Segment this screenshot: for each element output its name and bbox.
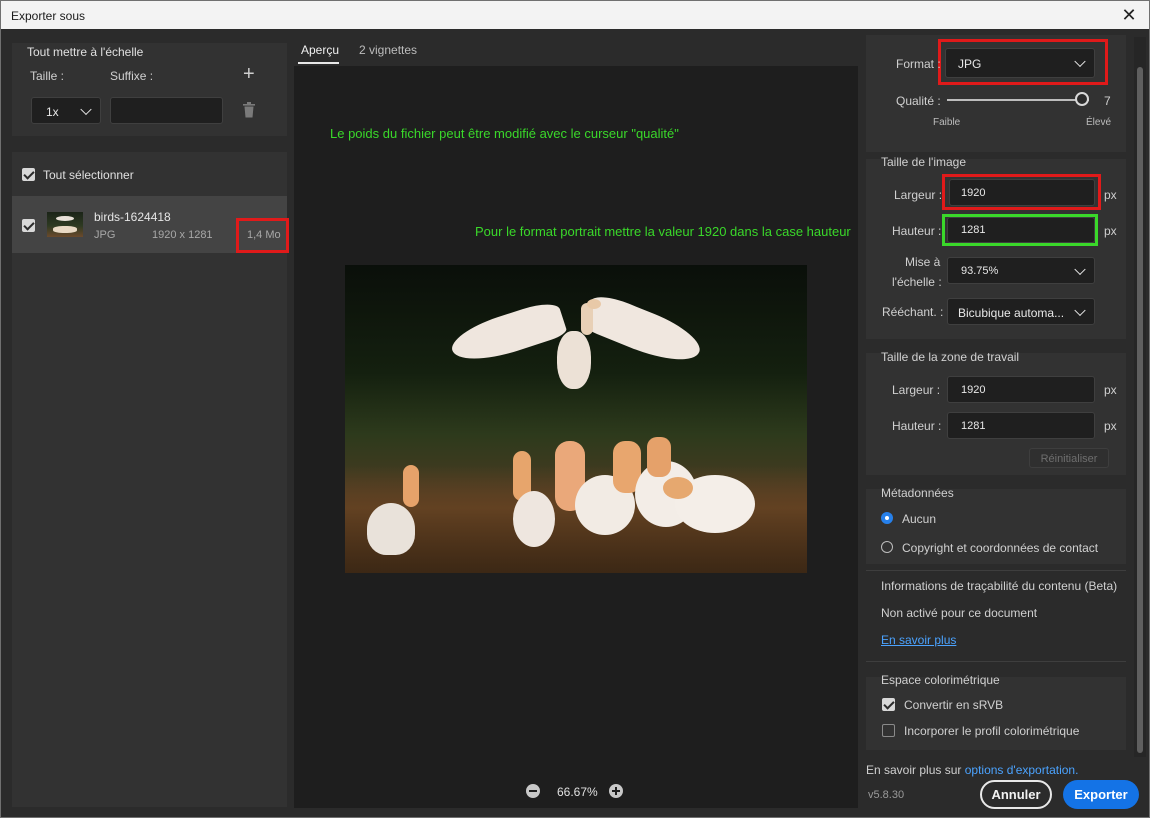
learn-more-link[interactable]: En savoir plus — [881, 633, 956, 647]
image-size-heading: Taille de l'image — [881, 155, 967, 169]
image-width-input[interactable]: 1920 — [949, 179, 1095, 206]
image-width-unit: px — [1104, 188, 1117, 202]
trash-icon[interactable] — [242, 102, 256, 121]
size-select[interactable]: 1x — [31, 97, 101, 124]
asset-checkbox[interactable] — [22, 219, 35, 232]
export-options-link[interactable]: options d'exportation. — [965, 763, 1079, 777]
embed-profile-checkbox[interactable] — [882, 724, 895, 737]
quality-low-label: Faible — [933, 117, 961, 128]
resample-select-value: Bicubique automa... — [958, 306, 1065, 320]
export-options-text: En savoir plus sur options d'exportation… — [866, 763, 1078, 777]
reset-button[interactable]: Réinitialiser — [1029, 448, 1109, 468]
divider — [866, 570, 1126, 571]
add-scale-icon[interactable]: + — [243, 63, 255, 86]
quality-slider-thumb[interactable] — [1075, 92, 1089, 106]
canvas-width-label: Largeur : — [892, 383, 941, 397]
metadata-copyright-radio[interactable] — [881, 541, 893, 553]
quality-high-label: Élevé — [1086, 117, 1112, 128]
color-space-section — [866, 677, 1126, 750]
zoom-in-icon[interactable] — [609, 784, 623, 798]
metadata-copyright-label: Copyright et coordonnées de contact — [902, 541, 1099, 555]
chevron-down-icon — [1074, 55, 1086, 68]
cancel-button[interactable]: Annuler — [980, 780, 1052, 809]
asset-name: birds-1624418 — [94, 210, 171, 224]
scale-select[interactable]: 93.75% — [947, 257, 1095, 284]
divider — [866, 661, 1126, 662]
zoom-level: 66.67% — [557, 785, 598, 799]
embed-profile-label: Incorporer le profil colorimétrique — [904, 724, 1080, 738]
quality-slider-fill — [947, 99, 1089, 101]
provenance-status: Non activé pour ce document — [881, 606, 1038, 620]
select-all-label: Tout sélectionner — [43, 168, 134, 182]
image-width-value: 1920 — [961, 187, 986, 199]
image-height-label: Hauteur : — [892, 224, 942, 238]
resample-label: Rééchant. : — [882, 305, 944, 319]
export-dialog: Exporter sous ✕ Tout mettre à l'échelle … — [0, 0, 1150, 818]
export-button[interactable]: Exporter — [1063, 780, 1139, 809]
settings-scrollbar[interactable] — [1134, 37, 1146, 757]
provenance-heading: Informations de traçabilité du contenu (… — [881, 579, 1118, 593]
close-icon[interactable]: ✕ — [1119, 5, 1139, 25]
asset-format: JPG — [94, 229, 116, 241]
annotation-quality-note: Le poids du fichier peut être modifié av… — [330, 126, 679, 141]
size-label: Taille : — [30, 69, 65, 83]
tab-preview[interactable]: Aperçu — [301, 43, 339, 57]
canvas-height-unit: px — [1104, 419, 1117, 433]
chevron-down-icon — [80, 103, 92, 115]
chevron-down-icon — [1074, 304, 1086, 316]
version-label: v5.8.30 — [868, 789, 905, 801]
suffix-input[interactable] — [110, 97, 223, 124]
canvas-height-label: Hauteur : — [892, 419, 942, 433]
select-all-checkbox[interactable] — [22, 168, 35, 181]
canvas-width-input[interactable]: 1920 — [947, 376, 1095, 403]
color-space-heading: Espace colorimétrique — [881, 673, 1000, 687]
canvas-width-value: 1920 — [961, 384, 986, 396]
scale-label-line1: Mise à — [905, 255, 941, 269]
format-select-value: JPG — [958, 57, 982, 71]
metadata-heading: Métadonnées — [881, 486, 954, 500]
asset-thumbnail — [47, 212, 83, 237]
canvas-width-unit: px — [1104, 383, 1117, 397]
suffix-label: Suffixe : — [110, 69, 154, 83]
image-height-unit: px — [1104, 224, 1117, 238]
convert-srgb-label: Convertir en sRVB — [904, 698, 1004, 712]
image-height-input[interactable]: 1281 — [947, 217, 1095, 243]
learn-more-prefix: En savoir plus sur — [866, 763, 962, 777]
metadata-none-label: Aucun — [902, 512, 937, 526]
title-bar: Exporter sous ✕ — [1, 1, 1149, 29]
size-select-value: 1x — [46, 105, 59, 119]
canvas-height-input[interactable]: 1281 — [947, 412, 1095, 439]
format-select[interactable]: JPG — [945, 48, 1095, 78]
tab-thumbnails[interactable]: 2 vignettes — [359, 43, 417, 57]
metadata-none-radio[interactable] — [881, 512, 893, 524]
quality-label: Qualité : — [896, 94, 941, 108]
scale-all-heading: Tout mettre à l'échelle — [27, 45, 144, 59]
active-tab-indicator — [298, 62, 339, 64]
window-title: Exporter sous — [11, 9, 86, 23]
convert-srgb-checkbox[interactable] — [882, 698, 895, 711]
scrollbar-thumb[interactable] — [1137, 67, 1143, 753]
quality-slider-track[interactable] — [947, 92, 1089, 106]
canvas-height-value: 1281 — [961, 420, 986, 432]
annotation-portrait-note: Pour le format portrait mettre la valeur… — [475, 224, 851, 239]
image-height-value: 1281 — [961, 224, 986, 236]
preview-image — [345, 265, 807, 573]
asset-dimensions: 1920 x 1281 — [152, 229, 213, 241]
asset-file-size: 1,4 Mo — [247, 229, 281, 241]
scale-select-value: 93.75% — [961, 265, 999, 277]
quality-value: 7 — [1104, 94, 1111, 108]
resample-select[interactable]: Bicubique automa... — [947, 298, 1095, 325]
chevron-down-icon — [1074, 263, 1086, 275]
zoom-out-icon[interactable] — [526, 784, 540, 798]
image-width-label: Largeur : — [894, 188, 943, 202]
canvas-size-heading: Taille de la zone de travail — [881, 350, 1020, 364]
scale-label-line2: l'échelle : — [892, 275, 942, 289]
format-label: Format : — [896, 57, 941, 71]
